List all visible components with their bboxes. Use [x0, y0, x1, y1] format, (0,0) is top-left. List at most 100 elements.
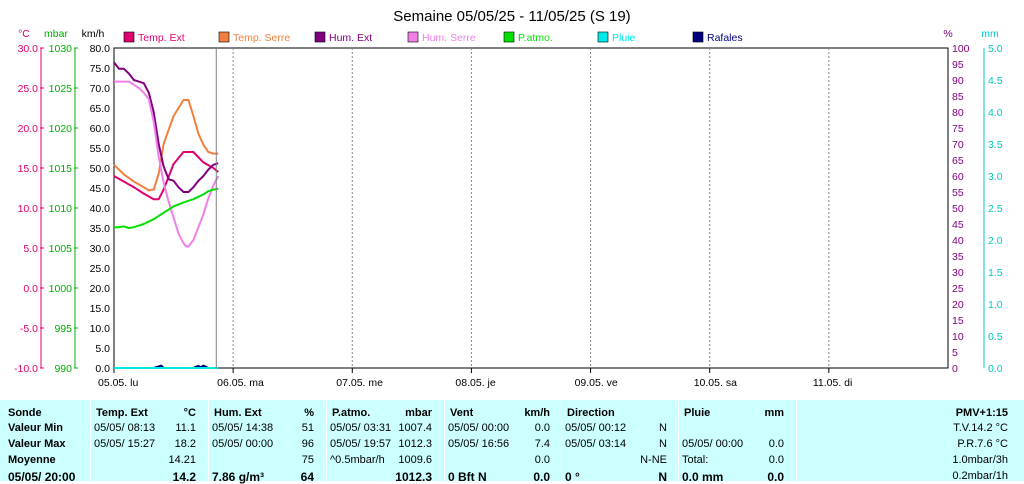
row-value: 14.2 [172, 470, 196, 484]
y-tick-wind: 70.0 [90, 83, 111, 95]
stats-column: Hum. Ext% 05/05/ 14:38 05/05/ 00:00 7.86 g/… [208, 400, 322, 484]
y-tick-hum: 35 [952, 251, 964, 263]
y-tick-hum: 25 [952, 283, 964, 295]
y-tick-temp: 5.0 [23, 243, 38, 255]
y-tick-pressure: 995 [54, 323, 72, 335]
y-tick-hum: 70 [952, 139, 964, 151]
row-time: 0 ° [565, 470, 580, 484]
row-value: 0.0 [768, 454, 784, 466]
y-tick-pressure: 990 [54, 363, 72, 375]
row-label: Moyenne [8, 454, 56, 466]
column-separator [444, 400, 445, 481]
y-tick-hum: 55 [952, 187, 964, 199]
stats-panel: Sonde Valeur Min Valeur Max Moyenne 05/05/ 2… [0, 400, 1024, 484]
y-tick-wind: 10.0 [90, 323, 111, 335]
y-tick-hum: 100 [952, 43, 970, 55]
y-tick-hum: 50 [952, 203, 964, 215]
y-tick-hum: 15 [952, 315, 964, 327]
row-time: 05/05/ 03:14 [565, 438, 627, 450]
column-separator [796, 400, 797, 481]
y-tick-rain: 1.0 [988, 299, 1003, 311]
y-tick-rain: 2.0 [988, 235, 1003, 247]
legend-swatch [692, 31, 704, 43]
legend-label: Hum. Serre [422, 32, 476, 44]
x-tick-label: 11.05. di [813, 377, 853, 389]
x-tick-label: 08.05. je [455, 377, 495, 389]
pmv-title: PMV+1:15 [955, 407, 1008, 419]
y-tick-hum: 60 [952, 171, 964, 183]
row-value: 96 [301, 438, 314, 450]
row-value: 1012.3 [395, 470, 432, 484]
stats-column: Vent km/h 05/05/ 00:00 05/05/ 16:56 0 Bft N 0… [444, 400, 558, 484]
y-tick-temp: 25.0 [18, 83, 39, 95]
y-tick-hum: 65 [952, 155, 964, 167]
y-tick-temp: 20.0 [18, 123, 39, 135]
row-value: 1012.3 [398, 438, 432, 450]
y-tick-pressure: 1020 [49, 123, 73, 135]
legend-swatch [218, 31, 230, 43]
y-tick-wind: 80.0 [90, 43, 111, 55]
y-tick-rain: 5.0 [988, 43, 1003, 55]
y-tick-wind: 25.0 [90, 263, 111, 275]
row-value: 0.0 [533, 470, 550, 484]
y-tick-pressure: 1010 [49, 203, 73, 215]
pmv-line: 0.2mbar/1h [952, 470, 1008, 482]
row-time: 05/05/ 00:00 [682, 438, 744, 450]
y-tick-rain: 4.0 [988, 107, 1003, 119]
row-value: N [658, 470, 667, 484]
stats-column: Direction 05/05/ 00:12 05/05/ 03:14 0 ° N N N-… [561, 400, 675, 484]
row-time: 05/05/ 00:12 [565, 422, 627, 434]
y-tick-rain: 0.5 [988, 331, 1003, 343]
row-label: Valeur Max [8, 438, 66, 450]
y-tick-hum: 30 [952, 267, 964, 279]
x-tick-label: 09.05. ve [575, 377, 618, 389]
row-time: 05/05/ 14:38 [212, 422, 274, 434]
row-value: 0.0 [767, 470, 784, 484]
row-value: 51 [301, 422, 314, 434]
legend-label: Pluie [612, 32, 636, 44]
row-value: 0.0 [534, 454, 550, 466]
column-unit: mm [764, 407, 784, 419]
legend-label: Rafales [707, 32, 743, 44]
column-header: Pluie [684, 407, 711, 419]
y-tick-pressure: 1025 [49, 83, 73, 95]
row-label: 05/05/ 20:00 [8, 470, 76, 484]
row-value: 0.0 [768, 438, 784, 450]
legend-label: Hum. Ext [329, 32, 372, 44]
row-time: 05/05/ 00:00 [212, 438, 274, 450]
row-time: 0.0 mm [682, 470, 724, 484]
column-separator [326, 400, 327, 481]
x-tick-label: 05.05. lu [98, 377, 138, 389]
row-time: ^0.5mbar/h [330, 454, 385, 466]
y-tick-hum: 80 [952, 107, 964, 119]
axis-unit-temp: °C [18, 28, 30, 40]
row-time: 05/05/ 08:13 [94, 422, 156, 434]
legend-label: P.atmo. [518, 32, 553, 44]
y-tick-pressure: 1015 [49, 163, 73, 175]
y-tick-hum: 40 [952, 235, 964, 247]
plot-frame [113, 47, 949, 369]
pmv-line: T.V.14.2 °C [953, 422, 1008, 434]
row-time: 05/05/ 16:56 [448, 438, 510, 450]
stats-column: Temp. Ext °C 05/05/ 08:13 05/05/ 15:27 11.1 1… [90, 400, 204, 484]
y-tick-wind: 60.0 [90, 123, 111, 135]
axis-unit-wind: km/h [82, 28, 105, 40]
y-tick-hum: 90 [952, 75, 964, 87]
y-tick-hum: 20 [952, 299, 964, 311]
row-value: 1009.6 [398, 454, 432, 466]
y-tick-wind: 50.0 [90, 163, 111, 175]
row-time: 05/05/ 00:00 [448, 422, 510, 434]
x-tick-label: 10.05. sa [694, 377, 737, 389]
row-time: 05/05/ 03:31 [330, 422, 392, 434]
column-unit: km/h [524, 407, 550, 419]
axis-unit-pressure: mbar [44, 28, 68, 40]
y-tick-hum: 75 [952, 123, 964, 135]
y-tick-temp: 30.0 [18, 43, 39, 55]
weather-chart: Semaine 05/05/25 - 11/05/25 (S 19) °C mba… [14, 8, 1003, 389]
row-time: 0 Bft N [448, 470, 487, 484]
y-tick-wind: 30.0 [90, 243, 111, 255]
column-separator [90, 400, 91, 481]
y-tick-wind: 45.0 [90, 183, 111, 195]
y-tick-temp: 10.0 [18, 203, 39, 215]
legend-label: Temp. Serre [233, 32, 290, 44]
